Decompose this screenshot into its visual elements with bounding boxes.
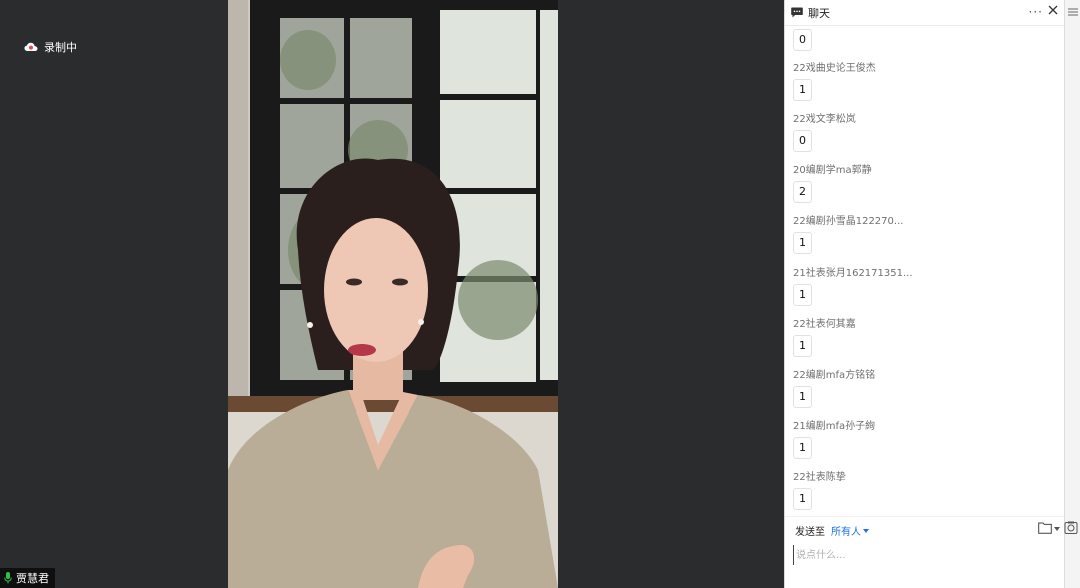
message-sender: 22戏曲史论王俊杰 — [793, 63, 876, 74]
chevron-down-icon — [863, 528, 869, 533]
message-sender: 22社表陈挚 — [793, 472, 846, 483]
message-input[interactable] — [793, 545, 1057, 565]
chat-message: 20编剧学ma郭静 2 — [793, 161, 872, 203]
chat-message: 22编剧孙雪晶122270... 1 — [793, 212, 903, 254]
save-chat-icon[interactable] — [1064, 521, 1078, 535]
video-stage: 录制中 贾慧君 — [0, 0, 784, 588]
menu-list-icon[interactable] — [1068, 8, 1078, 16]
message-sender: 22编剧孙雪晶122270... — [793, 216, 904, 227]
message-sender: 21编剧mfa孙子絢 — [793, 421, 876, 432]
send-to-row: 发送至 所有人 — [795, 523, 869, 538]
chat-message: 21编剧mfa孙子絢 1 — [793, 417, 875, 459]
message-bubble: 1 — [793, 284, 812, 306]
chat-message: 21社表张月162171351... 1 — [793, 264, 913, 306]
chat-message: 0 — [793, 28, 812, 51]
message-sender: 21社表张月162171351... — [793, 268, 913, 279]
chat-message: 22社表何其嘉 1 — [793, 315, 856, 357]
chat-icon — [791, 7, 803, 18]
chat-message: 22社表陈挚 1 — [793, 468, 846, 510]
message-bubble: 1 — [793, 79, 812, 101]
recording-label: 录制中 — [44, 41, 77, 54]
chevron-down-icon[interactable] — [1054, 527, 1060, 531]
side-toolbar — [1064, 0, 1080, 588]
meeting-window: 录制中 贾慧君 聊天 ··· 0 22戏曲史论王俊杰 1 22戏文李松岚 0 2… — [0, 0, 1080, 588]
chat-message: 22编剧mfa方铭铭 1 — [793, 366, 875, 408]
participant-name: 贾慧君 — [16, 572, 49, 585]
participant-name-tag: 贾慧君 — [0, 568, 55, 588]
chat-panel: 聊天 ··· 0 22戏曲史论王俊杰 1 22戏文李松岚 0 20编剧学ma郭静… — [784, 0, 1065, 588]
close-icon[interactable] — [1047, 4, 1059, 16]
message-bubble: 1 — [793, 488, 812, 510]
cloud-record-icon — [24, 42, 38, 52]
message-sender: 22社表何其嘉 — [793, 319, 856, 330]
message-bubble: 1 — [793, 232, 812, 254]
speaker-video-image — [228, 0, 558, 588]
message-bubble: 1 — [793, 335, 812, 357]
recipient-label: 所有人 — [831, 527, 861, 538]
message-bubble: 0 — [793, 29, 812, 51]
mic-icon — [4, 572, 12, 584]
message-sender: 20编剧学ma郭静 — [793, 165, 872, 176]
message-sender: 22编剧mfa方铭铭 — [793, 370, 876, 381]
send-to-label: 发送至 — [795, 527, 825, 538]
message-sender: 22戏文李松岚 — [793, 114, 856, 125]
recording-indicator[interactable]: 录制中 — [24, 39, 77, 55]
chat-header: 聊天 ··· — [785, 0, 1065, 26]
folder-icon[interactable] — [1038, 522, 1052, 534]
recipient-dropdown[interactable]: 所有人 — [831, 523, 869, 538]
more-options-icon[interactable]: ··· — [1029, 5, 1043, 19]
message-bubble: 1 — [793, 386, 812, 408]
speaker-video — [228, 0, 558, 588]
message-bubble: 0 — [793, 130, 812, 152]
chat-message: 22戏曲史论王俊杰 1 — [793, 59, 876, 101]
chat-message: 22戏文李松岚 0 — [793, 110, 856, 152]
chat-message-list[interactable]: 0 22戏曲史论王俊杰 1 22戏文李松岚 0 20编剧学ma郭静 2 22编剧… — [785, 26, 1065, 516]
chat-composer: 发送至 所有人 — [785, 516, 1065, 588]
message-bubble: 2 — [793, 181, 812, 203]
chat-title: 聊天 — [808, 6, 830, 20]
message-bubble: 1 — [793, 437, 812, 459]
